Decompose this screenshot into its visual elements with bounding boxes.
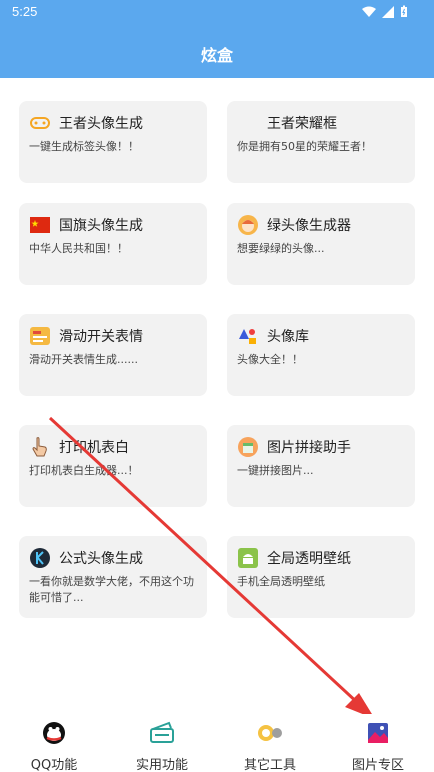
card-desc: 头像大全！！: [237, 353, 303, 366]
tab-other-tools[interactable]: 其它工具: [216, 720, 324, 772]
android-icon: [237, 547, 259, 569]
tab-practical-functions[interactable]: 实用功能: [108, 720, 216, 772]
qq-penguin-icon: [43, 722, 65, 744]
card-flag-avatar[interactable]: 国旗头像生成 中华人民共和国！！: [19, 203, 207, 285]
card-title: 全局透明壁纸: [267, 551, 351, 567]
tab-image-zone[interactable]: 图片专区: [324, 720, 432, 772]
blank-icon: [237, 112, 259, 134]
card-title: 绿头像生成器: [267, 218, 351, 234]
card-desc: 中华人民共和国！！: [29, 242, 128, 255]
card-desc: 手机全局透明壁纸: [237, 575, 325, 588]
tab-qq-functions[interactable]: QQ功能: [0, 720, 108, 772]
card-title: 公式头像生成: [59, 551, 143, 567]
card-slide-switch[interactable]: 滑动开关表情 滑动开关表情生成......: [19, 314, 207, 396]
card-wangzhe-frame[interactable]: 王者荣耀框 你是拥有50星的荣耀王者！: [227, 101, 415, 183]
picture-icon: [368, 723, 388, 743]
card-title: 王者荣耀框: [267, 116, 337, 132]
card-title: 王者头像生成: [59, 116, 143, 132]
card-desc: 一键拼接图片...: [237, 464, 314, 477]
card-desc: 滑动开关表情生成......: [29, 353, 138, 366]
card-printer-confession[interactable]: 打印机表白 打印机表白生成器...！: [19, 425, 207, 507]
china-flag-icon: [29, 214, 51, 236]
toolbox-icon: [150, 721, 174, 743]
card-title: 图片拼接助手: [267, 440, 351, 456]
app-title: 炫盒: [200, 46, 233, 65]
card-avatar-library[interactable]: 头像库 头像大全！！: [227, 314, 415, 396]
girl-avatar-icon: [237, 214, 259, 236]
wifi-icon: [362, 6, 376, 17]
card-desc: 你是拥有50星的荣耀王者！: [237, 140, 372, 153]
app-screen: 5:25 炫盒 王者头像生成 一键生成标签头像！！ 王者荣耀框 你是拥有50星的…: [0, 0, 434, 772]
card-title: 滑动开关表情: [59, 329, 143, 345]
app-header: 5:25 炫盒: [0, 0, 434, 78]
pointing-hand-icon: [29, 436, 51, 458]
switch-card-icon: [29, 325, 51, 347]
card-transparent-wallpaper[interactable]: 全局透明壁纸 手机全局透明壁纸: [227, 536, 415, 618]
status-time: 5:25: [12, 4, 38, 19]
shapes-icon: [237, 325, 259, 347]
status-icons: [362, 5, 408, 18]
card-title: 国旗头像生成: [59, 218, 143, 234]
k-logo-icon: [29, 547, 51, 569]
card-title: 打印机表白: [59, 440, 129, 456]
tab-label: 实用功能: [135, 758, 188, 772]
card-image-stitch[interactable]: 图片拼接助手 一键拼接图片...: [227, 425, 415, 507]
card-desc: 一看你就是数学大佬，不用这个功能可惜了...: [29, 575, 194, 604]
card-title: 头像库: [267, 329, 309, 345]
card-desc: 一键生成标签头像！！: [29, 140, 139, 153]
tab-label: 其它工具: [243, 758, 296, 772]
tools-icon: [258, 725, 282, 741]
card-green-avatar[interactable]: 绿头像生成器 想要绿绿的头像...: [227, 203, 415, 285]
gift-avatar-icon: [237, 436, 259, 458]
bottom-tab-bar: QQ功能 实用功能 其它工具 图片专区: [0, 714, 434, 772]
battery-icon: [401, 5, 407, 17]
card-desc: 想要绿绿的头像...: [237, 242, 325, 255]
tab-label: 图片专区: [351, 758, 404, 772]
card-formula-avatar[interactable]: 公式头像生成 一看你就是数学大佬，不用这个功能可惜了...: [19, 536, 207, 618]
signal-icon: [382, 5, 394, 18]
gamepad-icon: [29, 112, 51, 134]
card-wangzhe-avatar[interactable]: 王者头像生成 一键生成标签头像！！: [19, 101, 207, 183]
tab-label: QQ功能: [30, 758, 78, 772]
card-desc: 打印机表白生成器...！: [29, 464, 139, 477]
